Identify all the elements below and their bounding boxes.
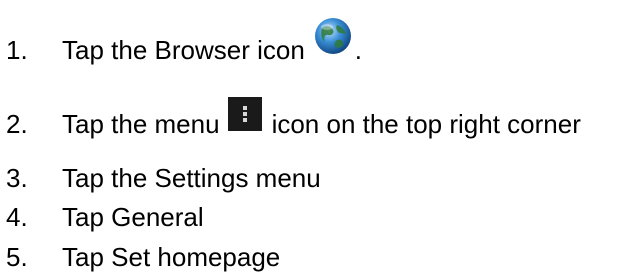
step-3: 3. Tap the Settings menu [0, 163, 321, 193]
step-number: 1. [6, 35, 28, 65]
step-1: 1. Tap the Browser icon . [0, 18, 363, 70]
step-number: 4. [6, 202, 28, 232]
overflow-menu-icon [227, 97, 262, 131]
step-number: 2. [6, 109, 28, 139]
step-2: 2. Tap the menu icon on the top right co… [0, 97, 581, 141]
step-number: 5. [6, 242, 28, 272]
step-text-suffix: icon on the top right corner [271, 109, 581, 139]
step-5: 5. Tap Set homepage [0, 242, 280, 272]
step-text: Tap the menu [62, 109, 220, 139]
browser-globe-icon [313, 16, 353, 56]
step-text-suffix: . [354, 35, 363, 65]
step-number: 3. [6, 163, 28, 193]
step-4: 4. Tap General [0, 202, 204, 232]
step-text: Tap Set homepage [62, 242, 281, 272]
step-text: Tap General [62, 202, 204, 232]
step-text: Tap the Settings menu [62, 163, 321, 193]
step-text: Tap the Browser icon [62, 35, 305, 65]
